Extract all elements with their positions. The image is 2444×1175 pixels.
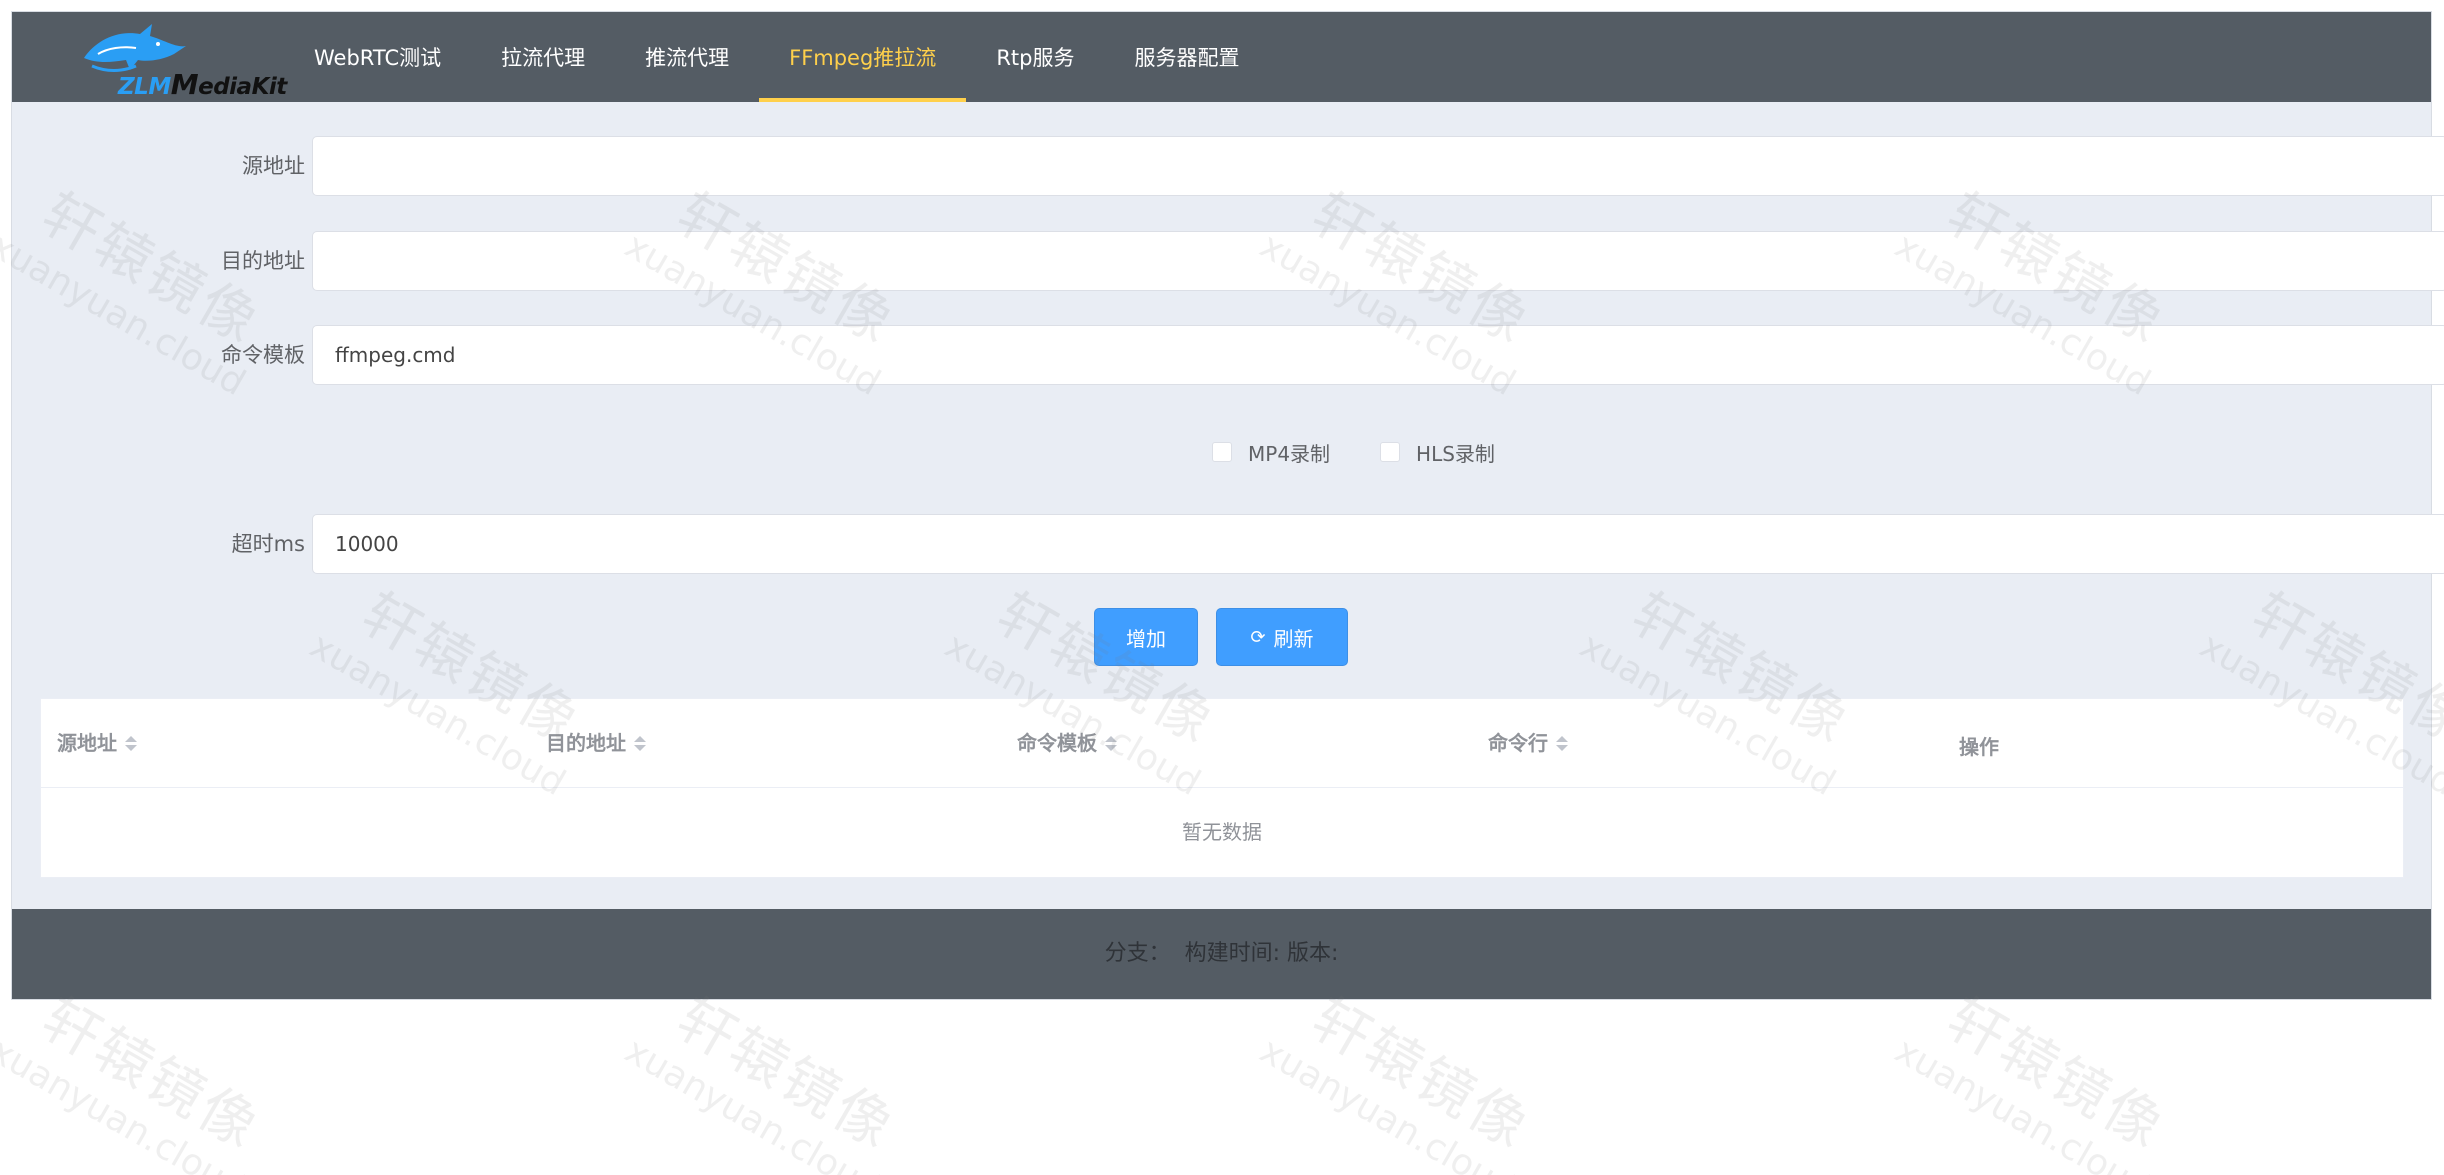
top-navbar: ZLMMediaKit WebRTC测试 拉流代理 推流代理 FFmpeg推拉流…	[12, 12, 2431, 102]
nav-item-webrtc[interactable]: WebRTC测试	[284, 12, 471, 102]
column-header-cmd-template[interactable]: 命令模板	[1017, 699, 1117, 787]
watermark: 轩辕镜像xuanyuan.cloud	[1888, 986, 2177, 1175]
watermark: 轩辕镜像xuanyuan.cloud	[0, 986, 272, 1175]
form-row-src: 源地址	[12, 136, 2444, 196]
sort-icon[interactable]	[125, 731, 137, 755]
sort-icon[interactable]	[1105, 731, 1117, 755]
watermark: 轩辕镜像xuanyuan.cloud	[618, 986, 907, 1175]
form-row-cmd: 命令模板	[12, 325, 2444, 385]
logo-text: ZLMMediaKit	[118, 68, 287, 101]
hls-checkbox-label: HLS录制	[1416, 441, 1495, 466]
dst-label: 目的地址	[221, 249, 305, 273]
form-row-dst: 目的地址	[12, 231, 2444, 291]
column-header-dst[interactable]: 目的地址	[546, 699, 646, 787]
timeout-label: 超时ms	[231, 532, 305, 556]
record-options: MP4录制 HLS录制	[1212, 432, 1545, 472]
column-header-actions-label: 操作	[1959, 735, 1999, 759]
app-logo[interactable]: ZLMMediaKit	[78, 20, 287, 101]
action-buttons: 增加 ⟳ 刷新	[1094, 608, 1366, 666]
nav-item-pull-proxy[interactable]: 拉流代理	[471, 12, 615, 102]
mp4-record-checkbox[interactable]: MP4录制	[1212, 438, 1330, 467]
src-label: 源地址	[242, 154, 305, 178]
nav-item-server-config[interactable]: 服务器配置	[1104, 12, 1269, 102]
form-row-timeout: 超时ms	[12, 514, 2444, 574]
column-header-src-label: 源地址	[57, 731, 117, 755]
add-button[interactable]: 增加	[1094, 608, 1198, 666]
hls-record-checkbox[interactable]: HLS录制	[1380, 438, 1495, 467]
refresh-icon: ⟳	[1250, 626, 1266, 648]
column-header-cmd-template-label: 命令模板	[1017, 731, 1097, 755]
footer: 分支： 构建时间: 版本:	[12, 909, 2431, 999]
watermark: 轩辕镜像xuanyuan.cloud	[1253, 986, 1542, 1175]
refresh-button-label: 刷新	[1273, 626, 1314, 651]
dst-url-input[interactable]	[312, 231, 2444, 291]
sort-icon[interactable]	[1556, 731, 1568, 755]
timeout-input[interactable]	[312, 514, 2444, 574]
refresh-button[interactable]: ⟳ 刷新	[1216, 608, 1348, 666]
cmd-label: 命令模板	[221, 343, 305, 367]
sort-icon[interactable]	[634, 731, 646, 755]
column-header-dst-label: 目的地址	[546, 731, 626, 755]
nav-item-ffmpeg[interactable]: FFmpeg推拉流	[759, 12, 967, 102]
cmd-template-input[interactable]	[312, 325, 2444, 385]
src-url-input[interactable]	[312, 136, 2444, 196]
column-header-src[interactable]: 源地址	[57, 699, 137, 787]
mp4-checkbox-box[interactable]	[1212, 442, 1232, 462]
mp4-checkbox-label: MP4录制	[1248, 441, 1331, 466]
main-nav: WebRTC测试 拉流代理 推流代理 FFmpeg推拉流 Rtp服务 服务器配置	[284, 12, 1269, 102]
nav-item-rtp[interactable]: Rtp服务	[966, 12, 1104, 102]
app-frame: ZLMMediaKit WebRTC测试 拉流代理 推流代理 FFmpeg推拉流…	[12, 12, 2444, 999]
column-header-cmdline[interactable]: 命令行	[1488, 699, 1568, 787]
hls-checkbox-box[interactable]	[1380, 442, 1401, 462]
column-header-cmdline-label: 命令行	[1488, 731, 1548, 755]
nav-item-push-proxy[interactable]: 推流代理	[615, 12, 759, 102]
table-empty-text: 暂无数据	[1182, 820, 1262, 844]
footer-build-info: 分支： 构建时间: 版本:	[1104, 941, 1339, 966]
ffmpeg-source-table: 源地址 目的地址 命令模板 命令行 操作 暂无数据	[40, 698, 2404, 878]
table-header: 源地址 目的地址 命令模板 命令行 操作	[41, 699, 2403, 788]
column-header-actions: 操作	[1959, 703, 1999, 791]
